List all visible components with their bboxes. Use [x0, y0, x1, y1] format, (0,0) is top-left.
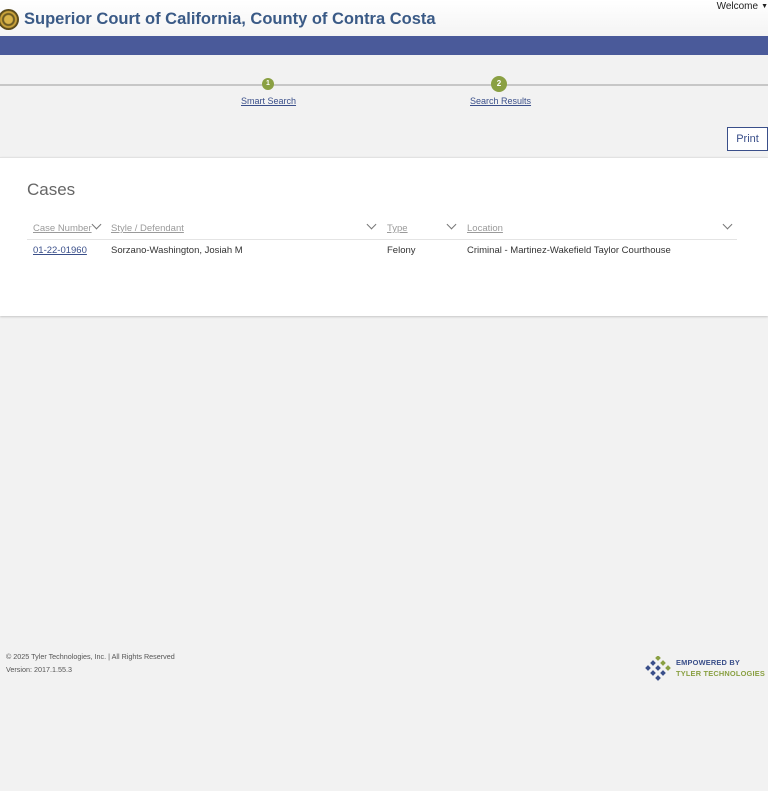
location-cell: Criminal - Martinez-Wakefield Taylor Cou…: [467, 245, 671, 256]
site-header: Superior Court of California, County of …: [0, 0, 768, 36]
chevron-down-icon[interactable]: [91, 219, 102, 230]
version-text: Version: 2017.1.55.3: [6, 665, 72, 674]
case-number-link[interactable]: 01-22-01960: [33, 245, 87, 256]
column-header-location[interactable]: Location: [467, 223, 503, 234]
caret-down-icon: ▼: [761, 3, 768, 10]
step-search-results-link[interactable]: Search Results: [470, 96, 531, 106]
court-seal-icon: [0, 9, 19, 30]
step-1-badge: 1: [262, 78, 274, 90]
chevron-down-icon[interactable]: [366, 219, 377, 230]
type-cell: Felony: [387, 245, 416, 256]
welcome-label: Welcome: [716, 1, 759, 12]
cases-panel: Cases Case Number Style / Defendant Type…: [0, 157, 768, 316]
step-progress-line: [0, 84, 768, 86]
logo-tyler-technologies-text: TYLER TECHNOLOGIES: [676, 669, 766, 678]
step-smart-search-link[interactable]: Smart Search: [241, 96, 296, 106]
logo-empowered-by-text: EMPOWERED BY: [676, 658, 740, 667]
navigation-bar: [0, 36, 768, 55]
style-defendant-cell: Sorzano-Washington, Josiah M: [111, 245, 243, 256]
print-button[interactable]: Print: [727, 127, 768, 151]
column-header-case-number[interactable]: Case Number: [33, 223, 92, 234]
chevron-down-icon[interactable]: [446, 219, 457, 230]
cases-title: Cases: [27, 180, 76, 199]
court-title: Superior Court of California, County of …: [24, 10, 436, 28]
column-header-type[interactable]: Type: [387, 223, 408, 234]
welcome-menu[interactable]: Welcome ▼: [717, 1, 768, 12]
chevron-down-icon[interactable]: [722, 219, 733, 230]
tyler-technologies-logo-icon: [645, 656, 671, 681]
copyright-text: © 2025 Tyler Technologies, Inc. | All Ri…: [6, 652, 175, 661]
column-header-style-defendant[interactable]: Style / Defendant: [111, 223, 184, 234]
step-2-badge: 2: [491, 76, 507, 92]
header-divider: [27, 239, 737, 240]
